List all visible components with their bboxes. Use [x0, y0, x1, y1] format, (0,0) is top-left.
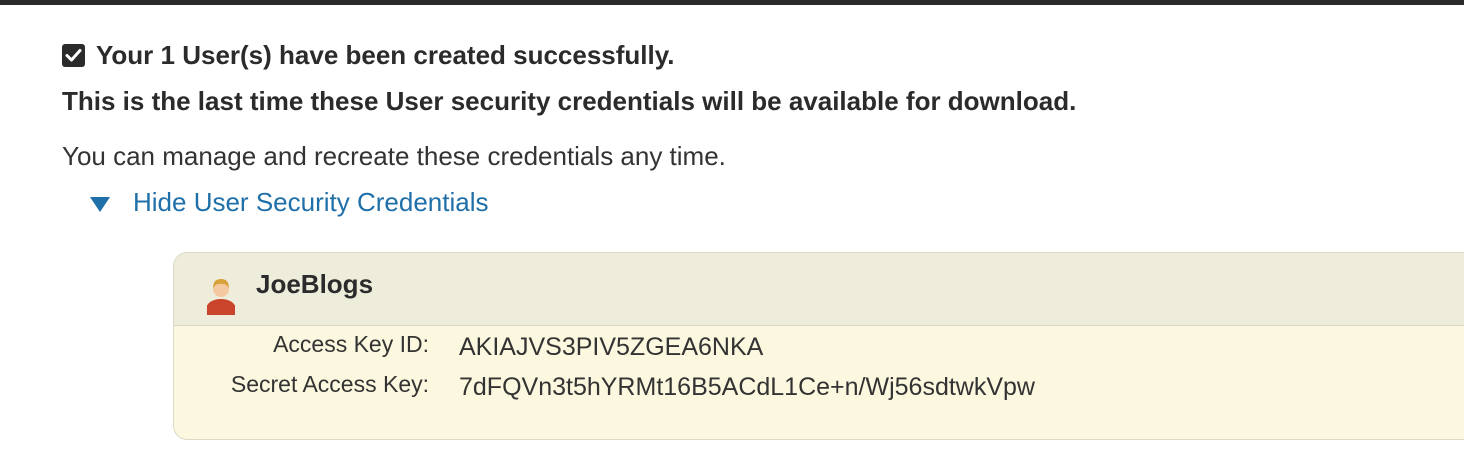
success-message: Your 1 User(s) have been created success… — [96, 40, 675, 70]
triangle-down-icon — [90, 196, 110, 212]
access-key-row: Access Key ID: AKIAJVS3PIV5ZGEA6NKA — [174, 331, 1464, 365]
top-border — [0, 0, 1464, 5]
hide-credentials-label: Hide User Security Credentials — [133, 187, 489, 217]
hide-credentials-toggle[interactable]: Hide User Security Credentials — [90, 187, 488, 218]
secret-key-label: Secret Access Key: — [230, 371, 429, 397]
credentials-panel-header: JoeBlogs — [174, 253, 1464, 326]
access-key-value[interactable]: AKIAJVS3PIV5ZGEA6NKA — [459, 333, 763, 362]
user-name: JoeBlogs — [256, 269, 374, 299]
manage-message: You can manage and recreate these creden… — [62, 141, 726, 171]
secret-key-value[interactable]: 7dFQVn3t5hYRMt16B5ACdL1Ce+n/Wj56sdtwkVpw — [459, 373, 1035, 402]
checkbox-checked-icon — [62, 44, 85, 67]
warning-message: This is the last time these User securit… — [62, 86, 1077, 116]
secret-key-row: Secret Access Key: 7dFQVn3t5hYRMt16B5ACd… — [174, 371, 1464, 405]
success-message-row: Your 1 User(s) have been created success… — [62, 40, 675, 71]
credentials-panel: JoeBlogs Access Key ID: AKIAJVS3PIV5ZGEA… — [173, 252, 1464, 440]
access-key-label: Access Key ID: — [273, 331, 429, 357]
user-icon — [204, 275, 238, 315]
